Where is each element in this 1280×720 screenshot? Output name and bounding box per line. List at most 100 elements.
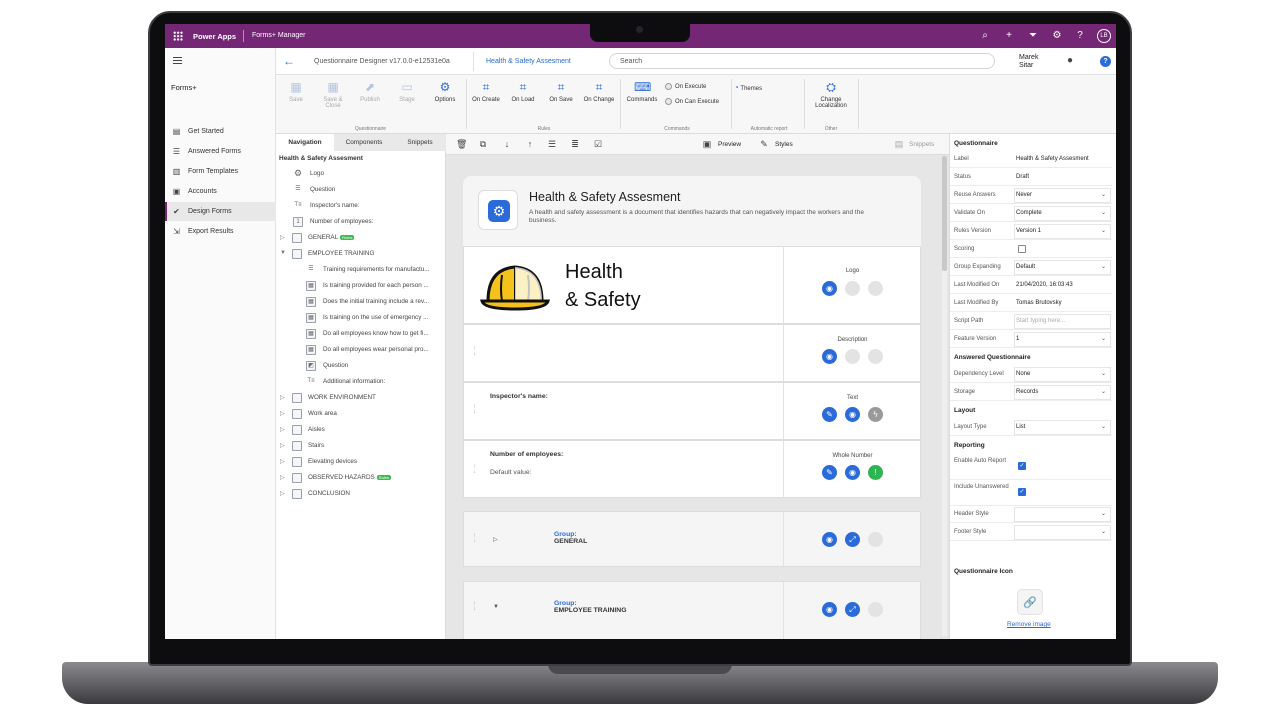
chevron-down-icon[interactable]: ⌄ [1101, 528, 1106, 535]
chevron-down-icon[interactable]: ⌄ [1101, 423, 1106, 430]
on-load-button[interactable]: ⌗ On Load [506, 79, 540, 103]
plus-icon[interactable]: + [1003, 30, 1015, 42]
drag-handle-icon[interactable]: ↑ ↓ [473, 346, 476, 357]
dropdown[interactable] [1014, 420, 1111, 435]
delete-icon[interactable]: 🗑 [456, 139, 467, 149]
nav-item-export-results[interactable]: ⇲ Export Results [165, 222, 276, 241]
prop-storage[interactable]: Storage Records ⌄ [950, 384, 1112, 401]
employees-card[interactable]: ↑ ↓ Number of employees: Default value: W… [463, 440, 921, 498]
hamburger-icon[interactable] [173, 57, 182, 64]
prop-feature-version[interactable]: Feature Version 1 ⌄ [950, 331, 1112, 348]
empty-toggle[interactable] [868, 532, 883, 547]
gear-icon[interactable]: ⚙ [1051, 30, 1063, 42]
scoring-checkbox[interactable] [1018, 245, 1026, 253]
expand-arrow-icon[interactable]: ▷ [280, 490, 285, 497]
app-launcher-icon[interactable] [173, 31, 183, 41]
prop-header-style[interactable]: Header Style ⌄ [950, 506, 1112, 523]
nav-item-form-templates[interactable]: ▥ Form Templates [165, 162, 276, 181]
snippets-button[interactable]: Snippets [909, 141, 934, 148]
prop-group-expanding[interactable]: Group Expanding Default ⌄ [950, 259, 1112, 276]
chevron-down-icon[interactable]: ⌄ [1101, 510, 1106, 517]
tree-root[interactable]: Health & Safety Assesment [279, 155, 363, 162]
empty-toggle[interactable] [868, 281, 883, 296]
drag-handle-icon[interactable]: ↑ ↓ [473, 464, 476, 475]
tree-node-question-item[interactable]: T≡ Additional information: [276, 374, 441, 390]
empty-toggle[interactable] [845, 349, 860, 364]
themes-button[interactable]: ◔ Themes [734, 83, 762, 92]
save-close-button[interactable]: ▦ Save & Close [316, 79, 350, 109]
exclamation-icon[interactable]: ! [868, 465, 883, 480]
tree-node-conclusion[interactable]: ▷ CONCLUSION [276, 486, 441, 502]
group-general-card[interactable]: ↑ ↓ ▷ Group: GENERAL ◉ ⤢ [463, 511, 921, 567]
empty-toggle[interactable] [868, 602, 883, 617]
on-save-button[interactable]: ⌗ On Save [544, 79, 578, 103]
on-create-button[interactable]: ⌗ On Create [469, 79, 503, 103]
tree-node-general[interactable]: ▷ GENERAL Rules [276, 230, 441, 246]
styles-button[interactable]: Styles [775, 141, 793, 148]
prop-reuse-answers[interactable]: Reuse Answers Never ⌄ [950, 187, 1112, 204]
prop-label[interactable]: Label Health & Safety Assesment [950, 151, 1112, 168]
prop-layout-type[interactable]: Layout Type List ⌄ [950, 419, 1112, 436]
tree-node-work-area[interactable]: ▷ Work area [276, 406, 441, 422]
prop-validate-on[interactable]: Validate On Complete ⌄ [950, 205, 1112, 222]
chevron-down-icon[interactable]: ⌄ [1101, 191, 1106, 198]
tab-snippets[interactable]: Snippets [394, 134, 446, 151]
expand-arrow-icon[interactable]: ▷ [280, 426, 285, 433]
tree-node-question-item[interactable]: ▦ Is training on the use of emergency ..… [276, 310, 441, 326]
chevron-down-icon[interactable]: ⌄ [1101, 388, 1106, 395]
empty-toggle[interactable] [868, 349, 883, 364]
prop-dependency-level[interactable]: Dependency Level None ⌄ [950, 366, 1112, 383]
tree-node-question-item[interactable]: ◩ Question [276, 358, 441, 374]
move-up-icon[interactable]: ↑ [525, 139, 535, 149]
back-arrow-icon[interactable]: ← [283, 54, 295, 68]
expand-arrow-icon[interactable]: ▷ [280, 234, 285, 241]
drag-handle-icon[interactable]: ↑ ↓ [473, 404, 476, 415]
app-name[interactable]: Forms+ Manager [252, 32, 306, 39]
canvas-scrollbar[interactable] [942, 156, 947, 636]
include-unanswered-checkbox[interactable]: ✓ [1018, 488, 1026, 496]
tree-node-question-item[interactable]: ▦ Does the initial training include a re… [276, 294, 441, 310]
prop-footer-style[interactable]: Footer Style ⌄ [950, 524, 1112, 541]
tree-node-question-item[interactable]: ▦ Do all employees wear personal pro... [276, 342, 441, 358]
stage-button[interactable]: ▭ Stage [390, 79, 424, 103]
nav-item-get-started[interactable]: ▤ Get Started [165, 122, 276, 141]
scrollbar-thumb[interactable] [942, 156, 947, 271]
nav-item-accounts[interactable]: ▣ Accounts [165, 182, 276, 201]
checkbox-icon[interactable]: ☑ [593, 139, 603, 149]
help-icon[interactable]: ? [1074, 30, 1086, 42]
edit-icon[interactable]: ✎ [822, 407, 837, 422]
on-execute-radio[interactable]: On Execute [665, 83, 706, 90]
tree-node-elevating-devices[interactable]: ▷ Elevating devices [276, 454, 441, 470]
options-button[interactable]: ⚙ Options [428, 79, 462, 103]
commands-button[interactable]: ⌨ Commands [622, 79, 662, 103]
move-down-icon[interactable]: ↓ [502, 139, 512, 149]
eye-icon[interactable]: ◉ [822, 349, 837, 364]
preview-icon[interactable]: ▣ [702, 139, 712, 149]
filter-icon[interactable]: ⏷ [1027, 30, 1039, 42]
drag-handle-icon[interactable]: ↑ ↓ [473, 601, 476, 612]
description-card[interactable]: ↑ ↓ Description ◉ [463, 324, 921, 382]
brand-title[interactable]: Power Apps [193, 32, 236, 41]
eye-icon[interactable]: ◉ [822, 602, 837, 617]
enable-auto-report-checkbox[interactable]: ✓ [1018, 462, 1026, 470]
logo-card[interactable]: Health & Safety Logo ◉ [463, 246, 921, 324]
tree-node-employees[interactable]: 1 Number of employees: [276, 214, 441, 230]
questionnaire-name[interactable]: Health & Safety Assesment [486, 58, 571, 65]
nav-item-design-forms[interactable]: ✔ Design Forms [165, 202, 276, 221]
preview-button[interactable]: Preview [718, 141, 741, 148]
chevron-down-icon[interactable]: ⌄ [1101, 370, 1106, 377]
copy-icon[interactable]: ⧉ [478, 139, 488, 149]
expand-icon[interactable]: ⤢ [845, 602, 860, 617]
chevron-down-icon[interactable]: ⌄ [1101, 335, 1106, 342]
tree-node-question-item[interactable]: ▦ Is training provided for each person .… [276, 278, 441, 294]
chevron-down-icon[interactable]: ⌄ [1101, 263, 1106, 270]
collapse-arrow-icon[interactable]: ▼ [493, 604, 499, 610]
expand-icon[interactable]: ⤢ [845, 532, 860, 547]
tree-node-question[interactable]: ☰ Question [276, 182, 441, 198]
dropdown[interactable] [1014, 332, 1111, 347]
chevron-down-icon[interactable]: ⌄ [1101, 209, 1106, 216]
tree-node-aisles[interactable]: ▷ Aisles [276, 422, 441, 438]
tree-node-employee-training[interactable]: ▼ EMPLOYEE TRAINING [276, 246, 441, 262]
dropdown[interactable] [1014, 507, 1111, 522]
user-icon[interactable]: ● [1067, 55, 1079, 67]
